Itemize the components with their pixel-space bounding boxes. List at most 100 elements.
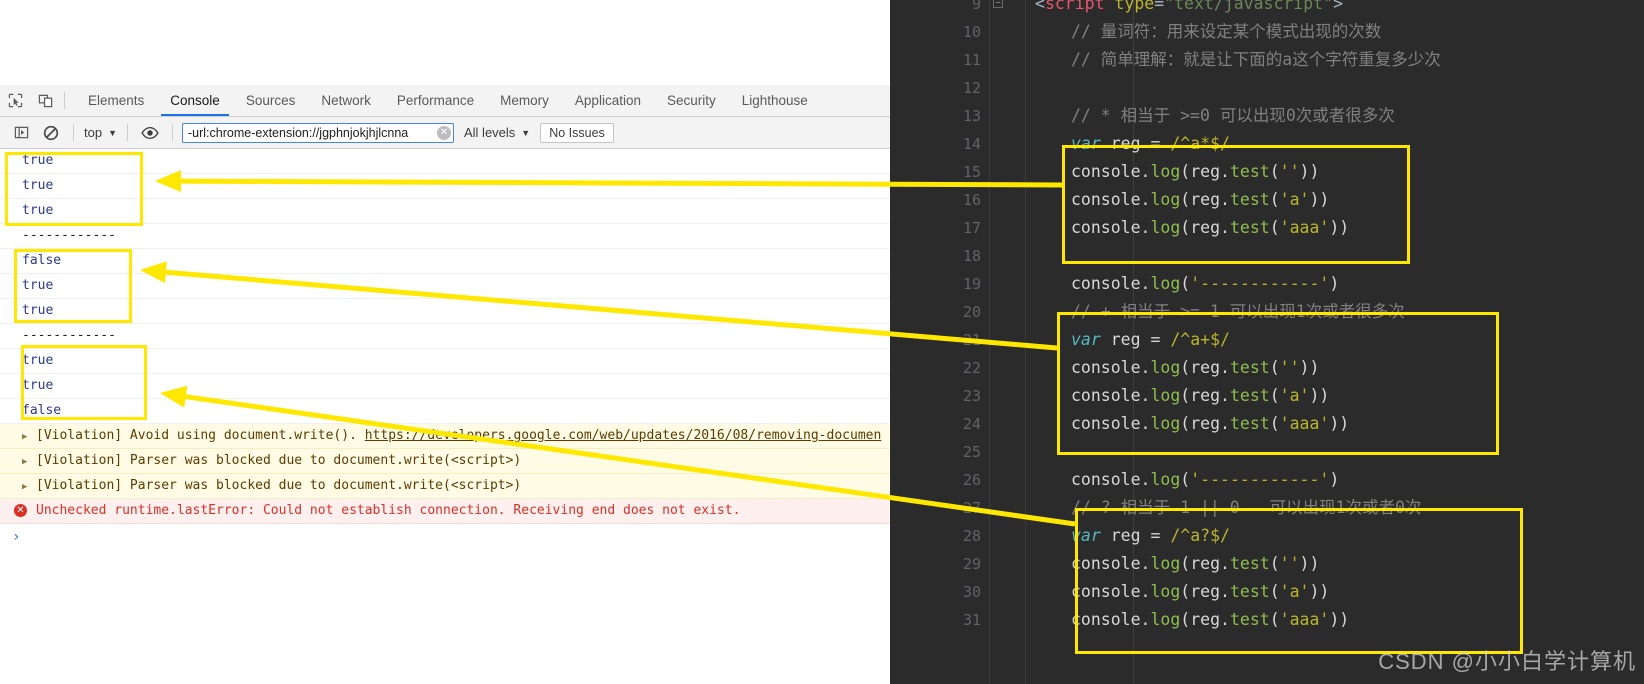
tab-network[interactable]: Network	[308, 85, 384, 116]
clear-console-icon[interactable]	[36, 125, 66, 141]
console-separator-row: ------------	[0, 224, 890, 249]
inspect-element-icon[interactable]	[0, 85, 30, 116]
tab-lighthouse[interactable]: Lighthouse	[729, 85, 821, 116]
code-text: // * 相当于 >=0 可以出现0次或者很多次	[1071, 102, 1395, 130]
code-token: (	[1269, 190, 1280, 209]
tab-performance[interactable]: Performance	[384, 85, 487, 116]
code-line: 24 console.log(reg.test('aaa'))	[890, 410, 1644, 438]
code-token: (	[1269, 358, 1280, 377]
code-editor[interactable]: 9− <script type="text/javascript"> 10// 量词…	[890, 0, 1644, 684]
console-value-row: true	[0, 274, 890, 299]
tab-elements[interactable]: Elements	[75, 85, 157, 116]
console-value-row: true	[0, 374, 890, 399]
code-line: 18	[890, 242, 1644, 270]
code-fold-icon[interactable]: −	[993, 0, 1003, 8]
tab-console[interactable]: Console	[157, 85, 233, 116]
line-number: 11	[962, 51, 981, 69]
console-value: true	[22, 303, 54, 318]
code-token: console.	[1071, 358, 1151, 377]
code-token: log	[1150, 218, 1181, 237]
code-line: 11 // 简单理解：就是让下面的a这个字符重复多少次	[890, 46, 1644, 74]
line-number: 24	[962, 415, 981, 433]
code-token: (reg.	[1180, 218, 1230, 237]
code-text: // 简单理解：就是让下面的a这个字符重复多少次	[1071, 46, 1441, 74]
toolbar-divider	[64, 92, 65, 109]
code-text: console.log(reg.test(''))	[1071, 550, 1319, 578]
console-value-row: true	[0, 174, 890, 199]
code-token: '------------'	[1190, 274, 1330, 293]
page-viewport	[0, 0, 890, 86]
code-token: 'aaa'	[1279, 414, 1330, 433]
tab-memory[interactable]: Memory	[487, 85, 562, 116]
code-text: console.log('------------')	[1071, 270, 1339, 298]
tab-security[interactable]: Security	[654, 85, 729, 116]
code-token: // + 相当于 >= 1 可以出现1次或者很多次	[1071, 302, 1405, 321]
code-token: console.	[1071, 470, 1151, 489]
console-value-row: true	[0, 299, 890, 324]
devtools-tabs: Elements Console Sources Network Performance…	[75, 85, 821, 116]
code-token: log	[1150, 414, 1181, 433]
console-output[interactable]: true true true ------------ false true true ---…	[0, 149, 890, 684]
line-number: 25	[962, 443, 981, 461]
code-token: (reg.	[1180, 190, 1230, 209]
code-token: log	[1150, 554, 1181, 573]
code-line: 13 // * 相当于 >=0 可以出现0次或者很多次	[890, 102, 1644, 130]
line-number: 10	[962, 23, 981, 41]
line-number: 18	[962, 247, 981, 265]
code-token: 'aaa'	[1279, 610, 1330, 629]
console-value: true	[22, 378, 54, 393]
console-value: false	[22, 253, 62, 268]
tab-sources[interactable]: Sources	[233, 85, 309, 116]
console-violation-row: ▶ [Violation] Parser was blocked due to d…	[0, 449, 890, 474]
console-filter-input[interactable]: -url:chrome-extension://jgphnjokjhjlcnna…	[182, 122, 454, 143]
code-text: // ? 相当于 1 || 0 可以出现1次或者0次	[1071, 494, 1421, 522]
code-line: 28 var reg = /^a?$/	[890, 522, 1644, 550]
code-token: (reg.	[1180, 414, 1230, 433]
line-number: 9	[971, 0, 981, 13]
live-expression-icon[interactable]	[135, 126, 165, 140]
tab-application[interactable]: Application	[562, 85, 654, 116]
line-number: 26	[962, 471, 981, 489]
console-violation-link[interactable]: https://developers.google.com/web/update…	[365, 428, 882, 443]
console-value: false	[22, 403, 62, 418]
code-token: reg =	[1100, 134, 1171, 153]
expand-triangle-icon[interactable]: ▶	[22, 428, 27, 446]
devtools-panel: Elements Console Sources Network Performance…	[0, 85, 890, 684]
code-token: log	[1150, 162, 1181, 181]
clear-input-icon[interactable]: ✕	[437, 125, 451, 140]
console-violation-row: ▶ [Violation] Avoid using document.write(…	[0, 424, 890, 449]
code-token: (	[1269, 610, 1280, 629]
issues-button[interactable]: No Issues	[540, 122, 614, 143]
line-number: 12	[962, 79, 981, 97]
code-line: 29 console.log(reg.test(''))	[890, 550, 1644, 578]
error-icon: ✕	[14, 504, 27, 517]
log-level-selector[interactable]: All levels ▼	[464, 125, 530, 140]
expand-triangle-icon[interactable]: ▶	[22, 453, 27, 471]
code-line: 15 console.log(reg.test(''))	[890, 158, 1644, 186]
code-text: // 量词符：用来设定某个模式出现的次数	[1071, 18, 1381, 46]
code-token: /^a?$/	[1170, 526, 1230, 545]
device-toolbar-icon[interactable]	[30, 85, 60, 116]
line-number: 27	[962, 499, 981, 517]
code-token: "text/javascript"	[1164, 0, 1334, 13]
code-token: (	[1180, 274, 1191, 293]
execution-context-selector[interactable]: top ▼	[81, 125, 120, 140]
code-token: reg =	[1100, 330, 1171, 349]
filterbar-divider-1	[73, 124, 74, 141]
expand-triangle-icon[interactable]: ▶	[22, 478, 27, 496]
line-number: 13	[962, 107, 981, 125]
console-violation-text: [Violation] Parser was blocked due to do…	[36, 478, 522, 493]
chevron-down-icon: ▼	[108, 127, 117, 138]
code-token: /^a+$/	[1170, 330, 1230, 349]
console-prompt[interactable]: ›	[0, 524, 890, 550]
code-text: console.log(reg.test('aaa'))	[1071, 214, 1349, 242]
code-text: // + 相当于 >= 1 可以出现1次或者很多次	[1071, 298, 1405, 326]
code-token: test	[1229, 610, 1270, 629]
code-token: test	[1229, 554, 1270, 573]
code-token: type	[1114, 0, 1155, 13]
console-sidebar-icon[interactable]	[6, 125, 36, 140]
code-token: console.	[1071, 554, 1151, 573]
code-token: (	[1269, 582, 1280, 601]
log-level-label: All levels	[464, 125, 516, 140]
code-token: log	[1150, 470, 1181, 489]
